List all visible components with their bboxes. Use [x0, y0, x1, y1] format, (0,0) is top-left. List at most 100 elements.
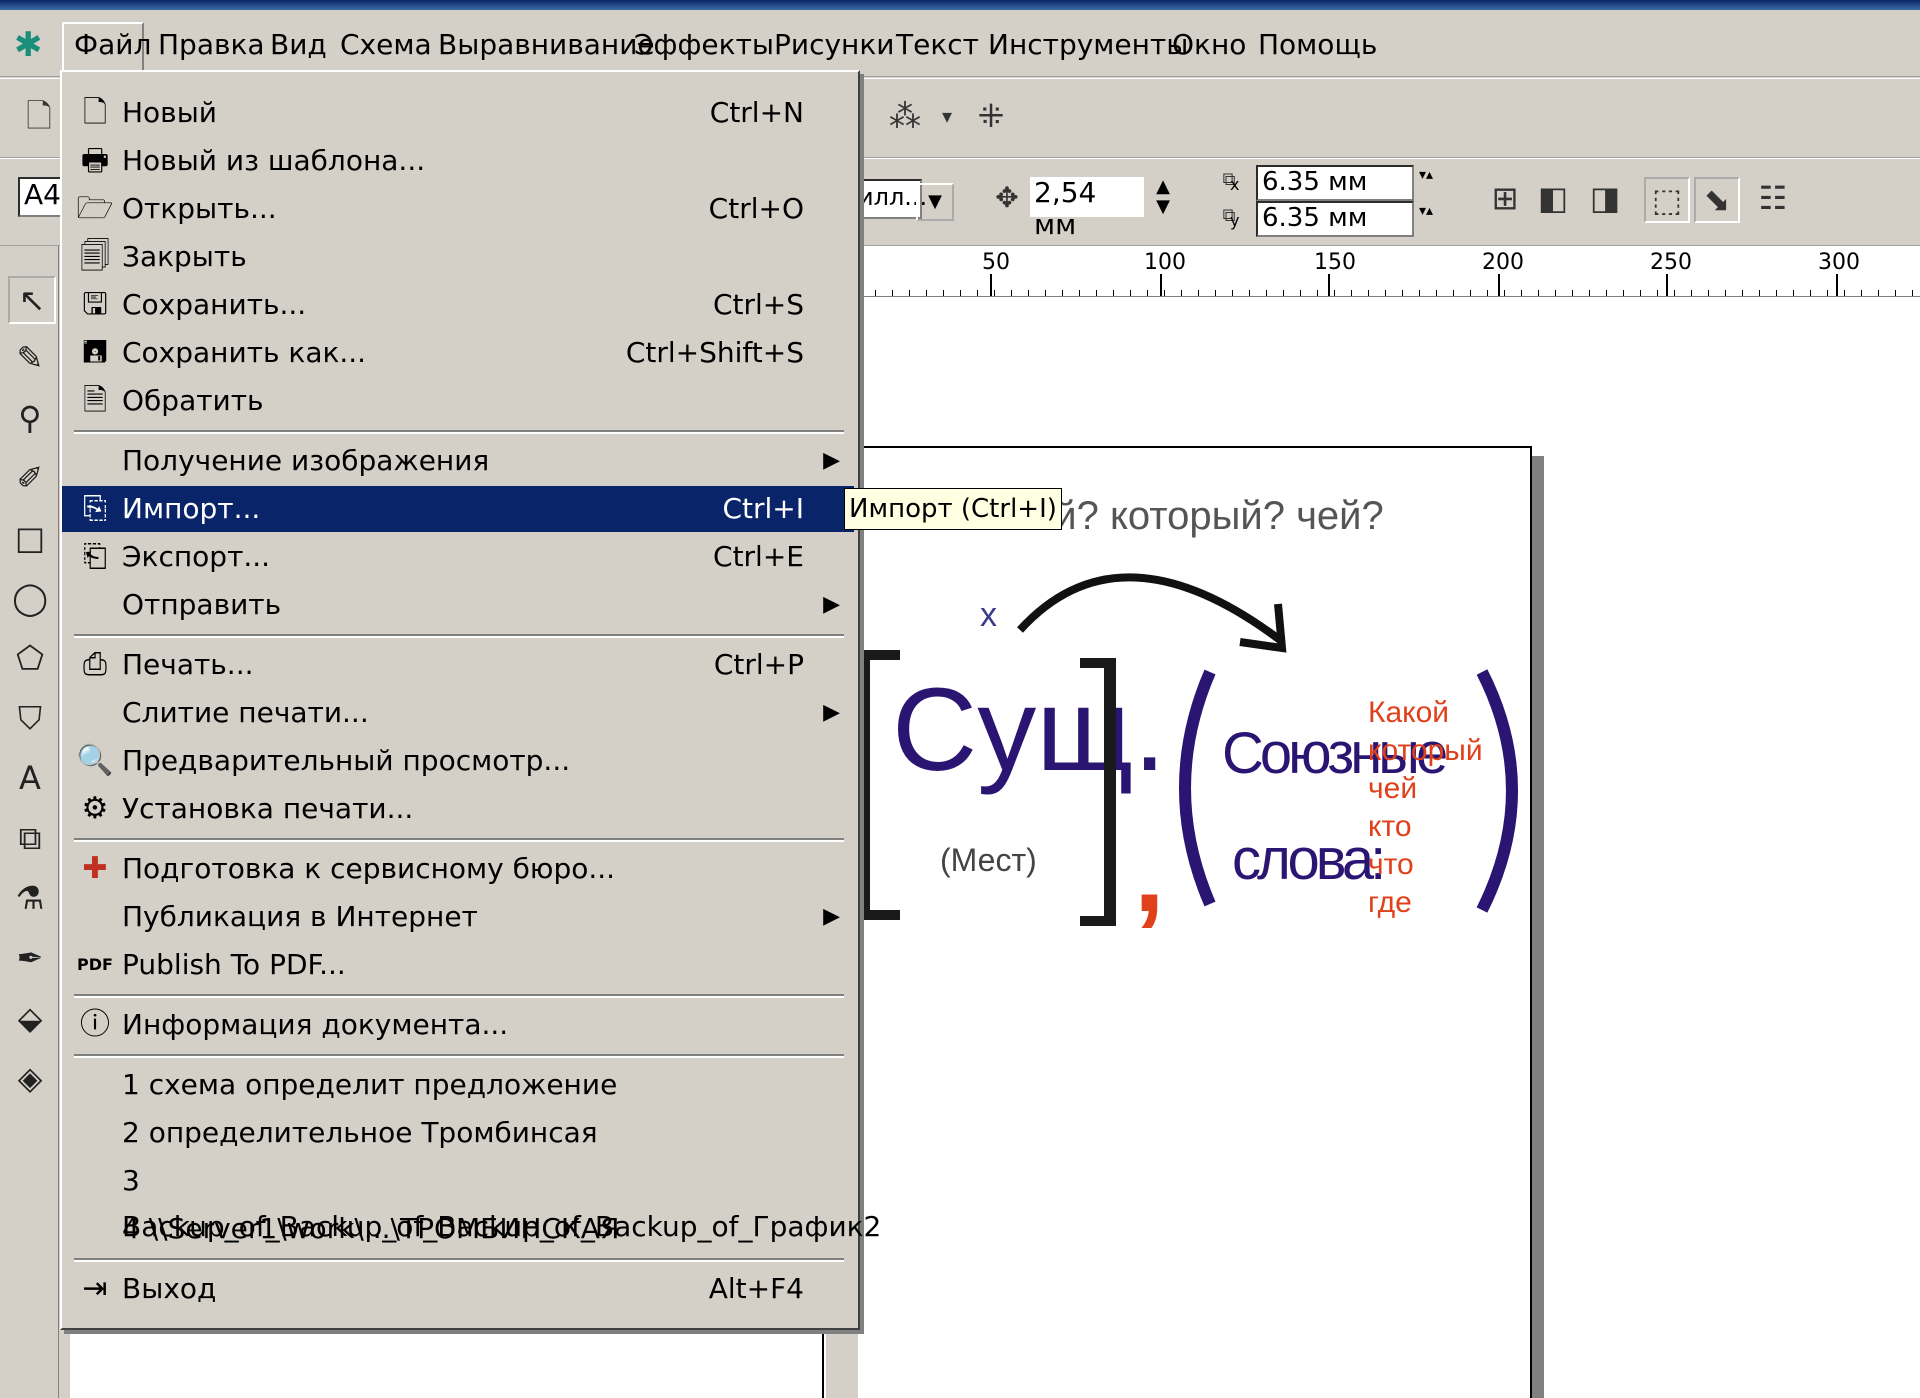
menu-separator	[74, 1258, 844, 1262]
horizontal-ruler[interactable]: 50 100 150 200 250 300	[858, 246, 1920, 297]
chevron-down-icon[interactable]: ▾	[926, 95, 968, 137]
interactive-fill-icon[interactable]: ◈	[8, 1056, 52, 1100]
treat-as-filled-icon[interactable]: ⬚	[1644, 177, 1690, 223]
menu-item-recent-3[interactable]: 3 Backup_of_Backup_of_Backup_of_Backup_o…	[62, 1158, 881, 1243]
menu-item-import[interactable]: ⎘ Импорт... Ctrl+I	[62, 486, 854, 532]
submenu-arrow-icon: ▶	[823, 904, 840, 929]
menu-item-open[interactable]: 🗁 Открыть... Ctrl+O	[62, 186, 854, 232]
open-folder-icon: 🗁	[76, 191, 114, 226]
menu-item-save[interactable]: 🖫 Сохранить... Ctrl+S	[62, 282, 854, 328]
menu-item-close[interactable]: 🗐 Закрыть	[62, 234, 854, 280]
menu-item-publish-web[interactable]: Публикация в Интернет ▶	[62, 894, 854, 940]
nudge-offset-input[interactable]: 2,54 мм	[1030, 177, 1144, 241]
ruler-label: 300	[1818, 250, 1860, 275]
freehand-tool-icon[interactable]: ✐	[8, 456, 52, 500]
snap-objects-icon[interactable]: ◨	[1584, 177, 1626, 219]
options-icon[interactable]: ☷	[1752, 177, 1794, 219]
dup-y-spinner[interactable]: ▾▴	[1410, 203, 1442, 231]
menu-item-label: Отправить	[122, 588, 282, 621]
duplicate-y-input[interactable]: 6.35 мм	[1256, 201, 1414, 237]
menu-item-print-setup[interactable]: ⚙ Установка печати...	[62, 786, 854, 832]
corel-online-icon[interactable]: ⁜	[970, 95, 1012, 137]
menu-item-new[interactable]: 🗋 Новый Ctrl+N	[62, 90, 854, 136]
menu-item-label: Получение изображения	[122, 444, 490, 477]
toolbox: ↖ ✎ ⚲ ✐ □ ◯ ⬠ ⛉ A ⧉ ⚗ ✒ ⬙ ◈	[0, 246, 59, 1398]
menu-item-print[interactable]: ⎙ Печать... Ctrl+P	[62, 642, 854, 688]
menu-window[interactable]: Окно	[1172, 28, 1246, 61]
menu-item-label: Предварительный просмотр...	[122, 744, 571, 777]
menu-item-label: Импорт...	[122, 492, 261, 525]
rectangle-tool-icon[interactable]: □	[8, 516, 52, 560]
eyedropper-tool-icon[interactable]: ⚗	[8, 876, 52, 920]
menu-item-revert[interactable]: 🗎 Обратить	[62, 378, 854, 424]
new-document-icon[interactable]: 🗋	[18, 95, 60, 137]
canvas-area-lower[interactable]	[106, 1330, 826, 1398]
menu-item-print-merge[interactable]: Слитие печати... ▶	[62, 690, 854, 736]
dup-x-icon: ⧉	[1222, 169, 1236, 190]
page-size-select[interactable]: A4	[18, 177, 66, 217]
word-item: где	[1368, 886, 1412, 919]
menu-separator	[74, 430, 844, 434]
dup-x-spinner[interactable]: ▾▴	[1410, 167, 1442, 195]
menu-item-new-from-template[interactable]: 🖶 Новый из шаблона...	[62, 138, 854, 184]
word-item: Какой	[1368, 696, 1450, 729]
menu-item-shortcut: Ctrl+Shift+S	[625, 336, 804, 369]
menu-help[interactable]: Помощь	[1258, 28, 1377, 61]
duplicate-x-input[interactable]: 6.35 мм	[1256, 165, 1414, 201]
menu-item-shortcut: Ctrl+N	[709, 96, 804, 129]
save-icon: 🖫	[82, 287, 108, 322]
menu-item-save-as[interactable]: 🖪 Сохранить как... Ctrl+Shift+S	[62, 330, 854, 376]
interactive-blend-icon[interactable]: ⧉	[8, 816, 52, 860]
pick-tool-icon[interactable]: ↖	[8, 276, 56, 324]
nudge-spinner[interactable]: ▲ ▼	[1150, 177, 1176, 217]
fill-tool-icon[interactable]: ⬙	[8, 996, 52, 1040]
menu-item-label: Подготовка к сервисному бюро...	[122, 852, 616, 885]
menu-item-recent-2[interactable]: 2 определительное Тромбинсая	[62, 1110, 854, 1156]
menu-item-acquire-image[interactable]: Получение изображения ▶	[62, 438, 854, 484]
menu-item-print-preview[interactable]: 🔍 Предварительный просмотр...	[62, 738, 854, 784]
menu-edit[interactable]: Правка	[158, 28, 265, 61]
grid-icon[interactable]: ⊞	[1484, 177, 1526, 219]
application-launcher-icon[interactable]: ⁂	[884, 95, 926, 137]
app-icon[interactable]: ✱	[14, 28, 48, 62]
menu-item-export[interactable]: ⎗ Экспорт... Ctrl+E	[62, 534, 854, 580]
units-dropdown-button[interactable]: ▼	[916, 183, 954, 221]
menu-arrange[interactable]: Выравнивание	[438, 28, 655, 61]
service-bureau-icon: ✚	[82, 851, 108, 886]
polygon-tool-icon[interactable]: ⬠	[8, 636, 52, 680]
exit-icon: ⇥	[82, 1271, 108, 1306]
info-icon: ⓘ	[80, 1007, 110, 1042]
menu-item-send[interactable]: Отправить ▶	[62, 582, 854, 628]
menu-item-publish-pdf[interactable]: PDF Publish To PDF...	[62, 942, 854, 988]
text-tool-icon[interactable]: A	[8, 756, 52, 800]
zoom-tool-icon[interactable]: ⚲	[8, 396, 52, 440]
title-bar	[0, 0, 1920, 10]
menu-layout[interactable]: Схема	[340, 28, 432, 61]
menu-tools[interactable]: Инструменты	[988, 28, 1188, 61]
menu-item-recent-1[interactable]: 1 схема определит предложение	[62, 1062, 854, 1108]
menu-item-service-bureau[interactable]: ✚ Подготовка к сервисному бюро...	[62, 846, 854, 892]
menu-view[interactable]: Вид	[270, 28, 327, 61]
menu-text[interactable]: Текст	[896, 28, 979, 61]
units-select[interactable]: илл...	[852, 179, 927, 219]
select-pointer-icon[interactable]: ⬊	[1694, 177, 1740, 223]
menu-file[interactable]: Файл	[74, 28, 151, 61]
menu-item-recent-4[interactable]: 4 \\Server1\work\...\ТРОМБИНСКАЯ	[62, 1206, 854, 1252]
menu-item-exit[interactable]: ⇥ Выход Alt+F4	[62, 1266, 854, 1312]
nudge-icon: ✥	[995, 181, 1019, 214]
ellipse-tool-icon[interactable]: ◯	[8, 576, 52, 620]
save-as-icon: 🖪	[82, 335, 108, 370]
word-item: что	[1368, 848, 1414, 881]
menu-item-label: Печать...	[122, 648, 254, 681]
submenu-arrow-icon: ▶	[823, 592, 840, 617]
shape-tool-icon[interactable]: ✎	[8, 336, 52, 380]
menu-bitmaps[interactable]: Рисунки	[774, 28, 894, 61]
menu-item-document-info[interactable]: ⓘ Информация документа...	[62, 1002, 854, 1048]
basic-shapes-icon[interactable]: ⛉	[8, 696, 52, 740]
print-setup-icon: ⚙	[81, 791, 109, 826]
outline-tool-icon[interactable]: ✒	[8, 936, 52, 980]
guidelines-icon[interactable]: ◧	[1532, 177, 1574, 219]
menu-effects[interactable]: Эффекты	[634, 28, 774, 61]
x-mark: x	[980, 596, 997, 634]
ruler-minor-ticks	[858, 290, 1920, 296]
